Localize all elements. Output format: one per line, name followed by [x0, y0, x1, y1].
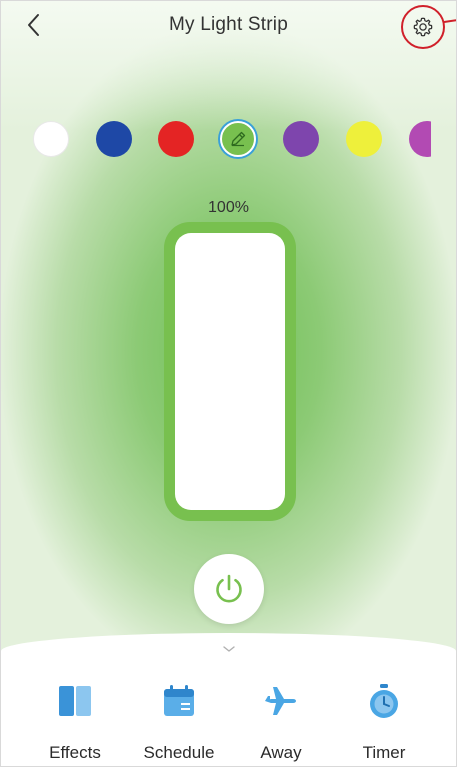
- settings-button[interactable]: [401, 5, 447, 51]
- color-swatch-row: [1, 119, 431, 159]
- tab-effects[interactable]: Effects: [25, 683, 125, 763]
- page-title: My Light Strip: [169, 14, 288, 35]
- tab-label: Effects: [49, 743, 101, 762]
- brightness-slider[interactable]: [164, 222, 296, 521]
- tab-schedule[interactable]: Schedule: [129, 683, 229, 763]
- power-button[interactable]: [194, 554, 264, 624]
- tab-label: Away: [260, 743, 302, 762]
- airplane-icon: [265, 687, 296, 715]
- tab-timer[interactable]: Timer: [334, 683, 434, 763]
- brightness-fill: [175, 233, 285, 510]
- color-swatch-blue[interactable]: [96, 121, 132, 157]
- color-swatch-white[interactable]: [33, 121, 69, 157]
- stopwatch-icon: [370, 684, 398, 718]
- effects-icon: [59, 686, 91, 716]
- bottom-panel: Effects Schedule Away Timer: [1, 633, 456, 766]
- app-screen: My Light Strip 100% Effects Schedule Awa…: [0, 0, 457, 767]
- chevron-down-icon[interactable]: [222, 645, 236, 653]
- color-swatch-purple[interactable]: [283, 121, 319, 157]
- color-swatch-yellow[interactable]: [346, 121, 382, 157]
- brightness-value: 100%: [208, 199, 249, 216]
- color-swatch-magenta[interactable]: [409, 121, 431, 157]
- pencil-icon: [231, 131, 246, 147]
- power-icon: [216, 574, 242, 603]
- header: My Light Strip: [1, 1, 456, 49]
- gear-icon: [413, 17, 433, 37]
- tab-label: Timer: [362, 743, 406, 762]
- calendar-icon: [164, 685, 194, 716]
- color-swatch-custom[interactable]: [220, 121, 256, 157]
- color-swatch-red[interactable]: [158, 121, 194, 157]
- tab-label: Schedule: [143, 743, 215, 762]
- tab-away[interactable]: Away: [231, 683, 331, 763]
